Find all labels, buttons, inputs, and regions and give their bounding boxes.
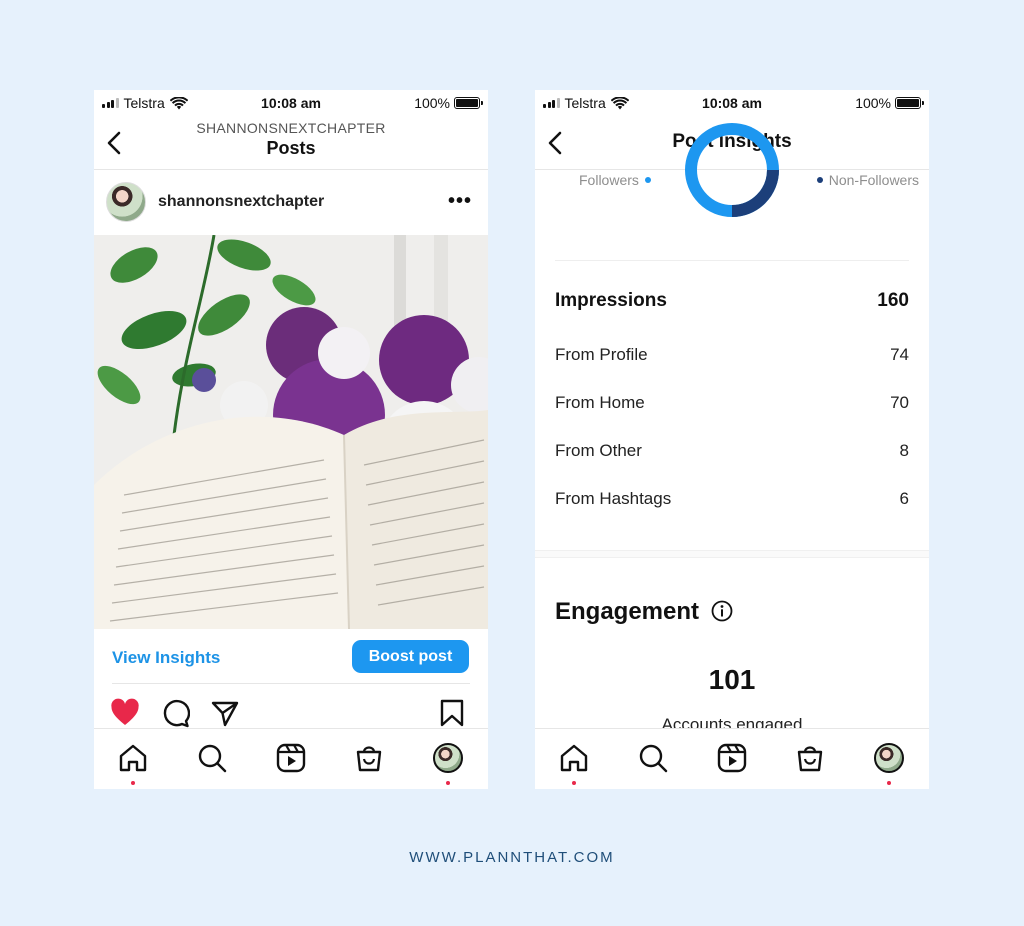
view-insights-link[interactable]: View Insights <box>112 648 220 668</box>
battery-icon <box>454 97 483 109</box>
tab-search[interactable] <box>195 741 229 775</box>
impressions-source-row: From Other 8 <box>555 441 909 460</box>
post-header: shannonsnextchapter ••• <box>94 180 488 224</box>
post-photo-illustration <box>94 235 488 629</box>
comment-icon[interactable] <box>160 698 190 728</box>
account-subtitle: SHANNONSNEXTCHAPTER <box>196 120 386 136</box>
impressions-source-row: From Profile 74 <box>555 345 909 364</box>
reels-icon <box>717 743 747 773</box>
profile-avatar <box>874 743 904 773</box>
tab-reels[interactable] <box>715 741 749 775</box>
tab-reels[interactable] <box>274 741 308 775</box>
impressions-label: Impressions <box>555 290 667 311</box>
boost-post-button[interactable]: Boost post <box>352 640 469 673</box>
notification-dot <box>887 781 891 785</box>
post-insights-screen: Telstra 10:08 am 100% Post insights Foll… <box>535 90 929 789</box>
battery-percent: 100% <box>855 95 891 111</box>
home-icon <box>560 744 588 772</box>
non-followers-dot <box>816 177 823 183</box>
audience-donut-area: Followers Non-Followers <box>535 123 929 260</box>
info-icon[interactable] <box>711 600 733 622</box>
legend-followers: Followers <box>579 172 651 188</box>
heart-filled-icon[interactable] <box>110 698 140 728</box>
followers-dot <box>644 177 651 183</box>
footer-url[interactable]: WWW.PLANNTHAT.COM <box>0 849 1024 866</box>
post-username[interactable]: shannonsnextchapter <box>158 193 324 211</box>
home-icon <box>119 744 147 772</box>
shop-icon <box>797 746 823 772</box>
tab-home[interactable] <box>116 741 150 785</box>
profile-avatar <box>433 743 463 773</box>
bottom-nav <box>94 728 488 789</box>
impressions-source-row: From Home 70 <box>555 393 909 412</box>
bookmark-icon[interactable] <box>437 698 467 728</box>
engagement-title: Engagement <box>555 598 700 625</box>
tab-search[interactable] <box>636 741 670 775</box>
posts-screen: Telstra 10:08 am 100% SHANNONSNEXTCHAPTE… <box>94 90 488 789</box>
share-icon[interactable] <box>210 698 240 728</box>
tab-shop[interactable] <box>352 741 386 775</box>
more-dots-icon[interactable]: ••• <box>448 190 472 213</box>
shop-icon <box>356 746 382 772</box>
header-divider <box>94 169 488 170</box>
page-title: Posts <box>266 138 316 158</box>
battery-icon <box>895 97 924 109</box>
section-divider <box>555 260 909 261</box>
section-divider <box>535 550 929 558</box>
tab-home[interactable] <box>557 741 591 785</box>
notification-dot <box>131 781 135 785</box>
impressions-source-row: From Hashtags 6 <box>555 489 909 508</box>
notification-dot <box>446 781 450 785</box>
tab-shop[interactable] <box>793 741 827 775</box>
impressions-value: 160 <box>877 290 909 311</box>
impressions-row: Impressions 160 <box>555 290 909 312</box>
insights-row: View Insights Boost post <box>94 640 488 674</box>
notification-dot <box>572 781 576 785</box>
bottom-nav <box>535 728 929 789</box>
battery-percent: 100% <box>414 95 450 111</box>
audience-donut-chart <box>685 123 779 217</box>
engagement-value: 101 <box>708 664 756 695</box>
insights-divider <box>112 683 470 684</box>
status-bar: Telstra 10:08 am 100% <box>94 90 488 116</box>
post-image[interactable] <box>94 235 488 629</box>
tab-profile[interactable] <box>872 741 906 785</box>
search-icon <box>198 744 227 773</box>
tab-profile[interactable] <box>431 741 465 785</box>
legend-non-followers: Non-Followers <box>816 172 919 188</box>
avatar[interactable] <box>106 182 146 222</box>
search-icon <box>639 744 668 773</box>
reels-icon <box>276 743 306 773</box>
